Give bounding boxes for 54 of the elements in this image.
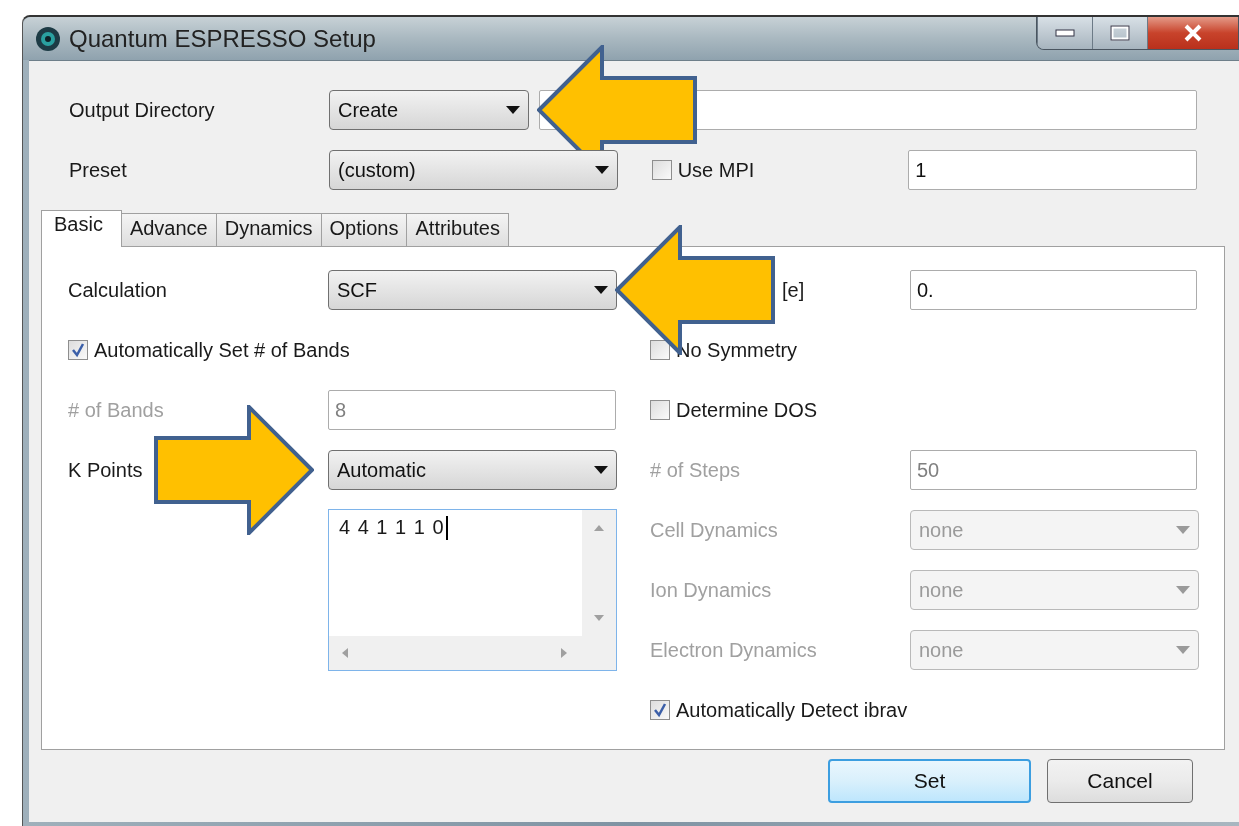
tab[interactable]: Attributes <box>406 213 509 246</box>
checkbox[interactable] <box>650 700 670 720</box>
input-field[interactable]: 1 <box>908 150 1197 190</box>
dropdown-caret-icon <box>1176 646 1190 654</box>
dropdown-caret-icon <box>594 466 608 474</box>
field-label: # of Steps <box>650 458 742 482</box>
field-label: [e] <box>781 278 806 302</box>
dropdown-caret-icon <box>1176 586 1190 594</box>
window-title: Quantum ESPRESSO Setup <box>69 24 376 53</box>
minimize-icon <box>1055 29 1075 37</box>
tab[interactable]: Basic <box>41 210 122 247</box>
check-icon <box>652 702 668 718</box>
field-label: Electron Dynamics <box>650 638 818 662</box>
dropdown-caret-icon <box>594 166 609 174</box>
text-area[interactable]: 4 4 1 1 1 0 <box>328 509 617 671</box>
dropdown-caret-icon <box>1176 526 1190 534</box>
dropdown-caret-icon <box>506 106 520 114</box>
vertical-scrollbar[interactable] <box>582 510 616 636</box>
cancel-button[interactable]: Cancel <box>1047 759 1193 803</box>
tab[interactable]: Dynamics <box>215 213 322 246</box>
text-value: 4 4 1 1 1 0 <box>339 516 445 539</box>
checkbox[interactable] <box>650 400 670 420</box>
input-field[interactable]: 0. <box>910 270 1197 310</box>
dropdown[interactable]: (custom) <box>329 150 618 190</box>
field-label: Calculation <box>68 278 168 302</box>
dropdown[interactable]: Automatic <box>328 450 617 490</box>
close-icon <box>1183 24 1203 42</box>
set-button[interactable]: Set <box>828 759 1031 803</box>
field-label: Ion Dynamics <box>650 578 773 602</box>
checkbox[interactable] <box>651 160 672 180</box>
tab[interactable]: Options <box>320 213 408 246</box>
check-icon <box>70 342 86 358</box>
checkbox-label: Determine DOS <box>676 398 818 422</box>
field-label: Preset <box>69 158 128 182</box>
field-label: Cell Dynamics <box>650 518 779 542</box>
checkbox-label: Automatically Detect ibrav <box>676 698 908 722</box>
close-button[interactable] <box>1147 17 1238 49</box>
dropdown-caret-icon <box>594 286 608 294</box>
field-label: # of Bands <box>68 398 165 422</box>
field-label: K Points <box>68 458 144 482</box>
dropdown[interactable]: Create <box>329 90 529 130</box>
maximize-button[interactable] <box>1092 17 1147 49</box>
checkbox-label: Automatically Set # of Bands <box>94 338 350 362</box>
minimize-button[interactable] <box>1037 17 1092 49</box>
checkbox[interactable] <box>650 340 670 360</box>
text-cursor <box>445 516 448 540</box>
field-label: Output Directory <box>69 98 216 122</box>
horizontal-scrollbar[interactable] <box>329 636 616 670</box>
tab[interactable]: Advance <box>120 213 217 246</box>
checkbox-label: Use MPI <box>677 158 755 182</box>
dropdown[interactable]: SCF <box>328 270 617 310</box>
app-icon <box>35 25 61 52</box>
maximize-icon <box>1110 25 1130 41</box>
checkbox[interactable] <box>68 340 88 360</box>
